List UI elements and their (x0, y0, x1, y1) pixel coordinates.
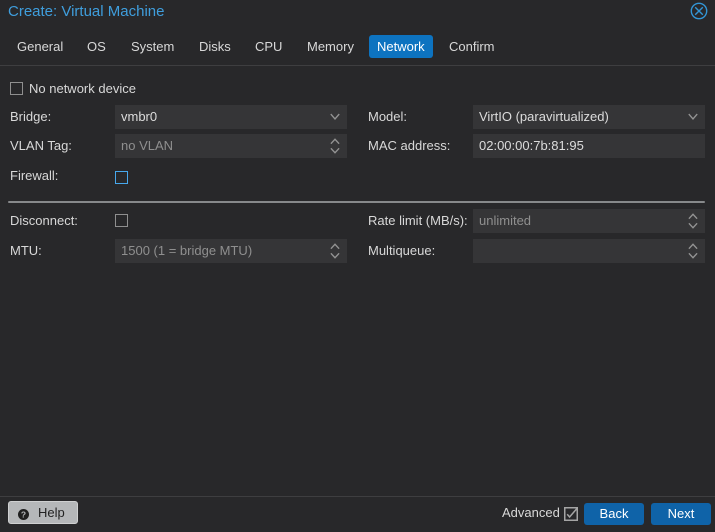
svg-text:?: ? (21, 509, 26, 519)
